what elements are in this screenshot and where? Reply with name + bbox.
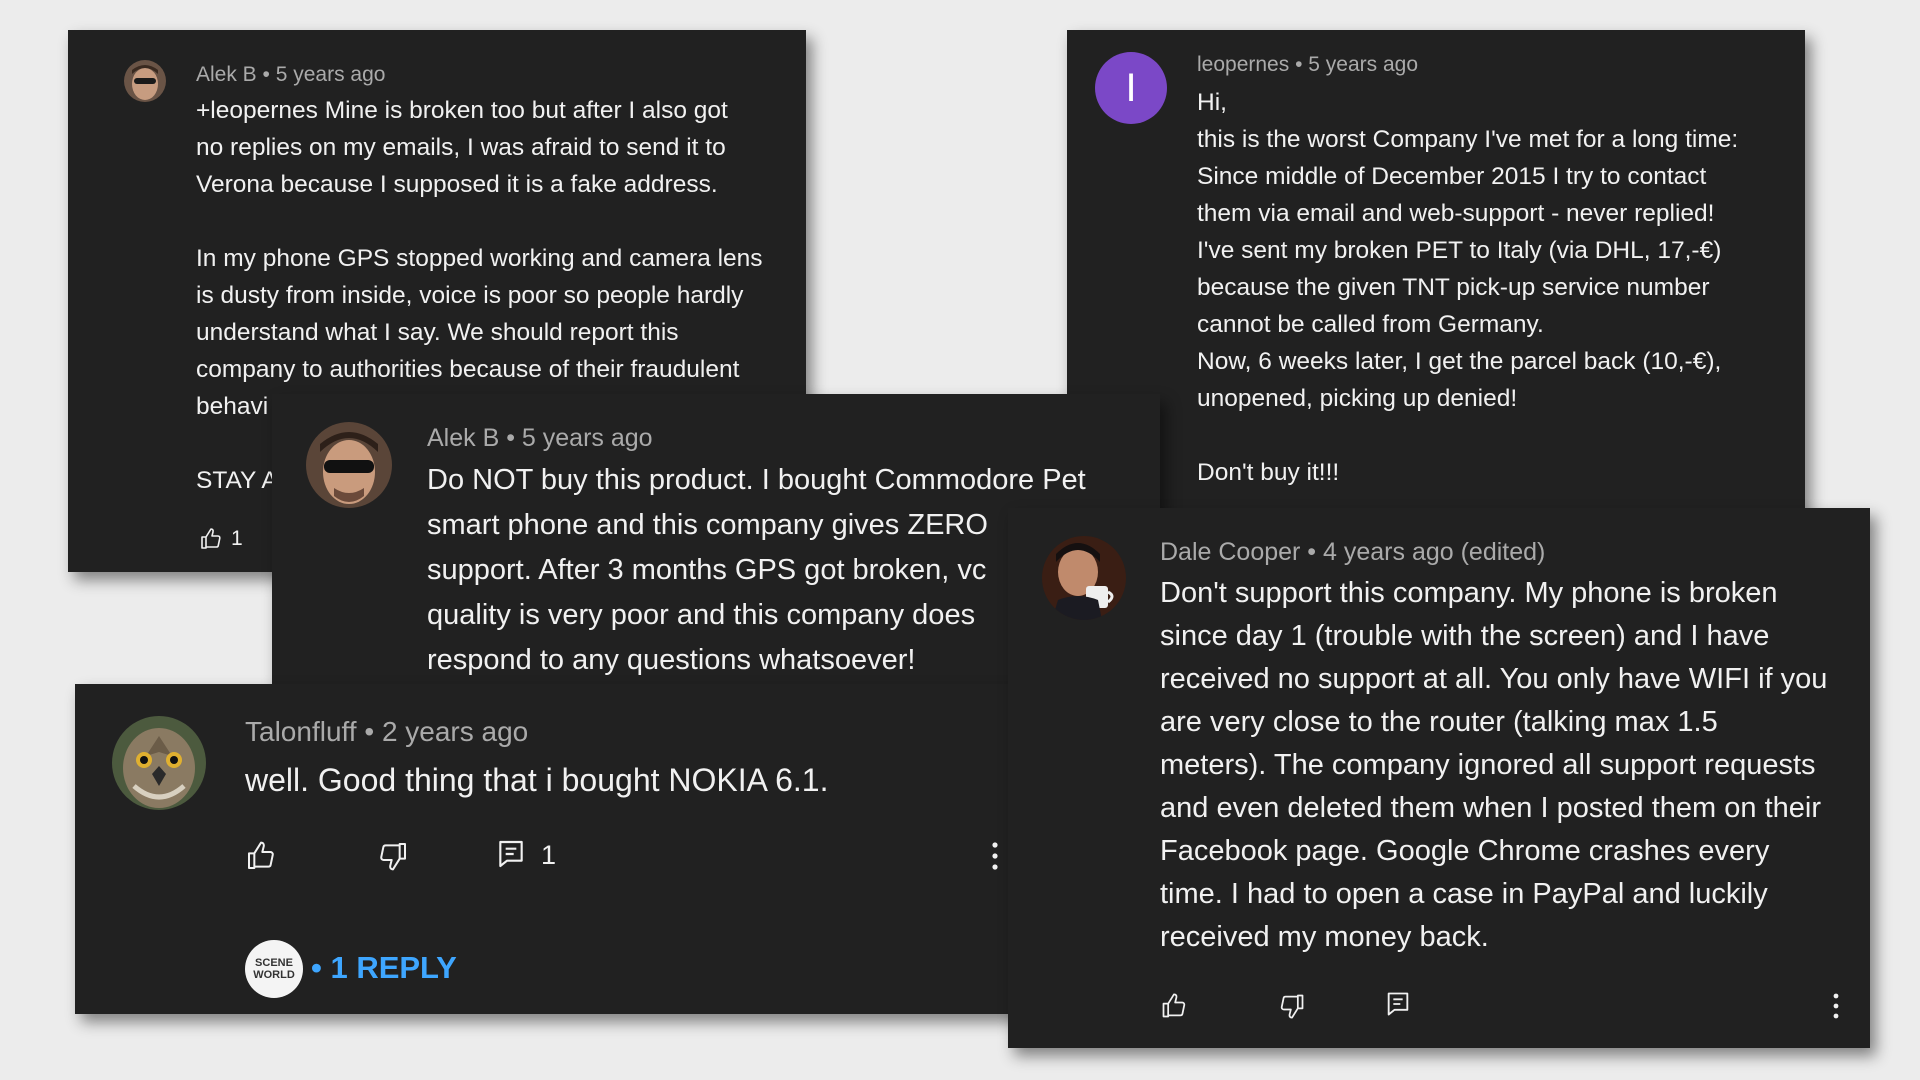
author-name[interactable]: leopernes <box>1197 53 1289 76</box>
comment-text: Hi, this is the worst Company I've met f… <box>1197 89 1739 486</box>
avatar-leopernes[interactable]: I <box>1095 52 1167 124</box>
comment-card-dale-cooper: Dale Cooper • 4 years ago (edited) Don't… <box>1008 508 1870 1048</box>
comment-card-leopernes: I leopernes • 5 years ago Hi, this is th… <box>1067 30 1805 566</box>
thumb-up-icon[interactable] <box>1160 992 1188 1020</box>
author-name[interactable]: Dale Cooper <box>1160 538 1300 566</box>
avatar-dale-cooper[interactable] <box>1042 536 1126 620</box>
reply-icon[interactable] <box>1384 990 1412 1018</box>
comment-header: Dale Cooper • 4 years ago (edited) <box>1160 538 1545 567</box>
comment-time[interactable]: 5 years ago <box>1308 53 1418 76</box>
reply-icon[interactable] <box>495 838 527 870</box>
comment-header: Alek B • 5 years ago <box>427 424 653 453</box>
comment-time[interactable]: 4 years ago (edited) <box>1323 538 1545 566</box>
comment-header: leopernes • 5 years ago <box>1197 53 1418 77</box>
thumb-down-icon[interactable] <box>377 840 409 872</box>
more-vert-icon[interactable] <box>989 840 1001 872</box>
header-separator: • <box>256 63 276 86</box>
like-count: 1 <box>231 527 243 550</box>
view-replies-link[interactable]: • 1 REPLY <box>311 950 457 986</box>
author-name[interactable]: Alek B <box>427 424 499 452</box>
comment-time[interactable]: 5 years ago <box>522 424 653 452</box>
avatar-scene-world[interactable]: SCENE WORLD <box>245 940 303 998</box>
avatar-alek[interactable] <box>306 422 392 508</box>
comment-card-talonfluff: Talonfluff • 2 years ago well. Good thin… <box>75 684 1043 1014</box>
comment-time[interactable]: 5 years ago <box>276 63 386 86</box>
comment-text: Don't support this company. My phone is … <box>1160 577 1828 953</box>
avatar-alek-small[interactable] <box>124 60 166 102</box>
author-name[interactable]: Talonfluff <box>245 716 357 747</box>
comment-text: well. Good thing that i bought NOKIA 6.1… <box>245 762 829 798</box>
avatar-talonfluff[interactable] <box>112 716 206 810</box>
header-separator: • <box>1289 53 1309 76</box>
comment-header: Alek B • 5 years ago <box>196 63 385 87</box>
thumb-up-icon[interactable] <box>199 527 223 551</box>
thumb-down-icon[interactable] <box>1278 992 1306 1020</box>
header-separator: • <box>499 424 522 452</box>
thumb-up-icon[interactable] <box>245 840 277 872</box>
header-separator: • <box>1300 538 1324 566</box>
reply-count: 1 <box>541 840 557 870</box>
more-vert-icon[interactable] <box>1830 992 1842 1020</box>
comment-header: Talonfluff • 2 years ago <box>245 716 528 748</box>
header-separator: • <box>356 716 382 747</box>
comment-time[interactable]: 2 years ago <box>382 716 528 747</box>
author-name[interactable]: Alek B <box>196 63 257 86</box>
